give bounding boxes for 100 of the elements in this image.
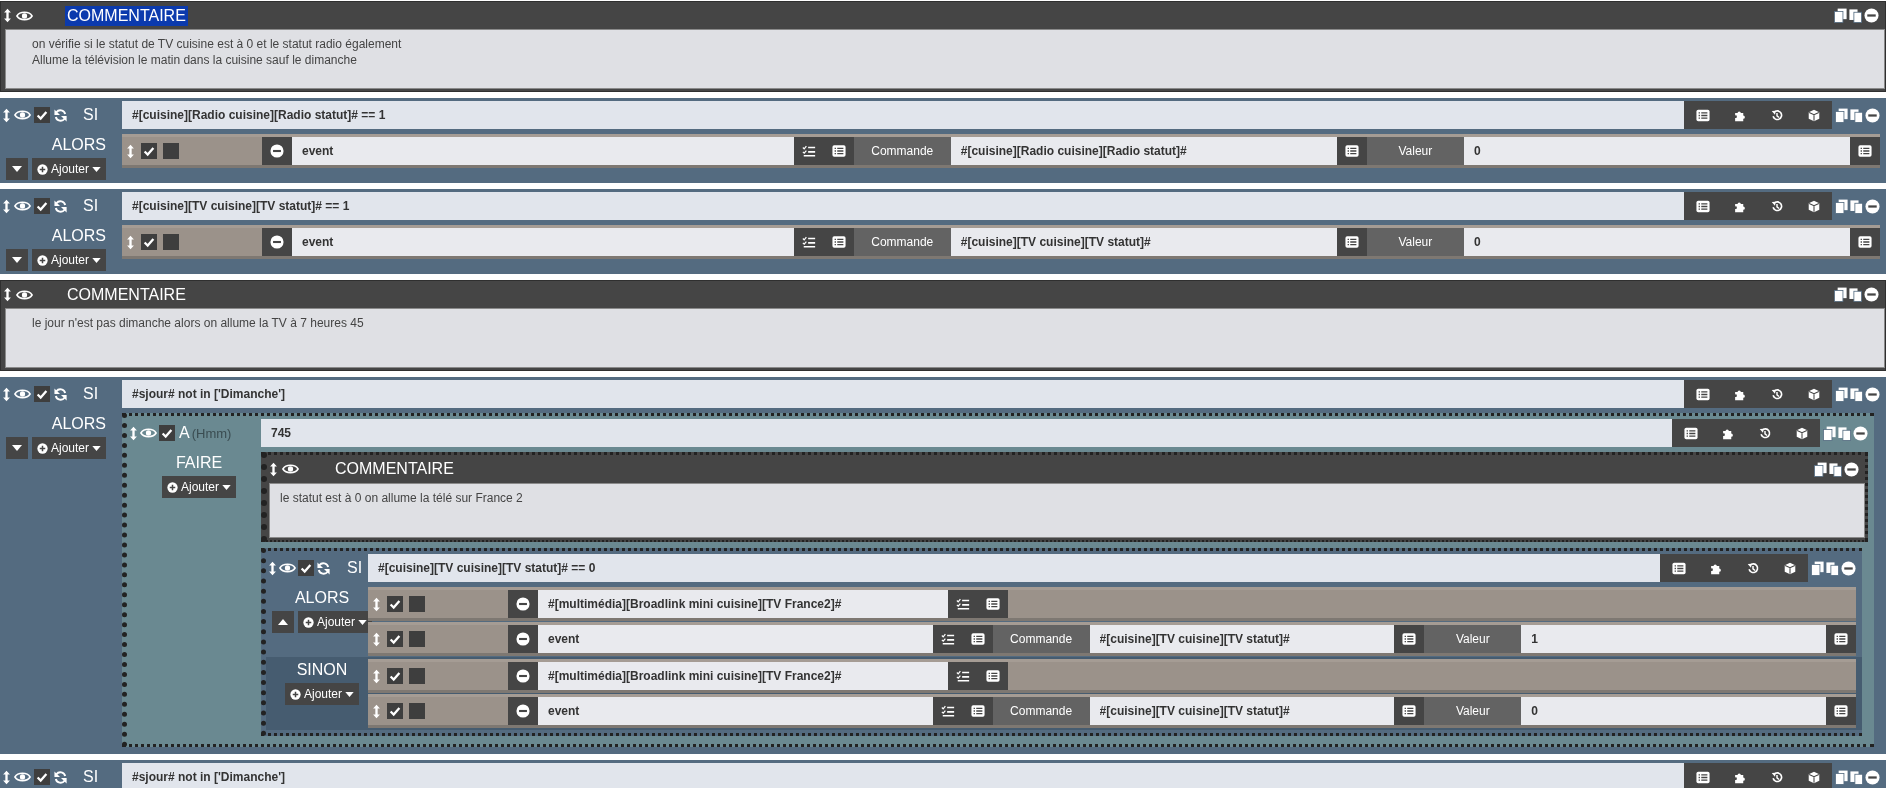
list-button[interactable]: [1394, 625, 1425, 653]
drag-handle-icon[interactable]: [2, 769, 11, 785]
remove-icon[interactable]: [1864, 8, 1879, 23]
time-field[interactable]: 745: [261, 419, 1672, 447]
command-field[interactable]: #[cuisine][TV cuisine][TV statut]#: [1089, 625, 1395, 653]
eye-icon[interactable]: [16, 9, 33, 22]
condition-field[interactable]: #[cuisine][Radio cuisine][Radio statut]# == 1: [122, 101, 1684, 129]
refresh-icon[interactable]: [53, 386, 68, 402]
command-field[interactable]: #[multimédia][Broadlink mini cuisine][TV France2]#: [538, 590, 949, 618]
toggle-button[interactable]: [272, 611, 294, 633]
parallel-checkbox[interactable]: [409, 596, 425, 612]
list-button[interactable]: [978, 590, 1009, 618]
refresh-icon[interactable]: [316, 560, 331, 576]
condition-field[interactable]: #[cuisine][TV cuisine][TV statut]# == 1: [122, 192, 1684, 220]
paste-icon[interactable]: [1849, 287, 1862, 302]
enable-checkbox[interactable]: [387, 596, 403, 612]
list-button[interactable]: [1826, 625, 1856, 653]
remove-icon[interactable]: [1864, 287, 1879, 302]
command-field[interactable]: #[cuisine][TV cuisine][TV statut]#: [950, 228, 1337, 256]
value-field[interactable]: 1: [1521, 625, 1826, 653]
eye-icon[interactable]: [14, 771, 31, 783]
enable-checkbox[interactable]: [387, 668, 403, 684]
enable-checkbox[interactable]: [141, 234, 157, 250]
checklist-button[interactable]: [932, 697, 963, 725]
remove-icon[interactable]: [1865, 107, 1880, 123]
list-button[interactable]: [1826, 697, 1856, 725]
remove-button[interactable]: [508, 662, 538, 690]
add-button[interactable]: Ajouter: [31, 437, 106, 459]
drag-handle-icon[interactable]: [372, 668, 381, 684]
parallel-checkbox[interactable]: [163, 234, 179, 250]
drag-handle-icon[interactable]: [3, 287, 12, 302]
list-button[interactable]: [823, 228, 854, 256]
command-field[interactable]: event: [538, 625, 933, 653]
remove-button[interactable]: [508, 625, 538, 653]
parallel-checkbox[interactable]: [409, 703, 425, 719]
add-button[interactable]: Ajouter: [162, 476, 236, 498]
copy-icon[interactable]: [1835, 107, 1848, 123]
refresh-icon[interactable]: [53, 107, 68, 123]
drag-handle-icon[interactable]: [126, 234, 135, 250]
command-field[interactable]: #[cuisine][Radio cuisine][Radio statut]#: [950, 137, 1337, 165]
eye-icon[interactable]: [14, 388, 31, 400]
add-button[interactable]: Ajouter: [31, 249, 106, 271]
remove-button[interactable]: [508, 697, 538, 725]
value-field[interactable]: 0: [1521, 697, 1826, 725]
toggle-button[interactable]: [5, 437, 28, 459]
enable-checkbox[interactable]: [34, 769, 50, 785]
list-button[interactable]: [1850, 228, 1880, 256]
comment-field[interactable]: le statut est à 0 on allume la télé sur France 2: [269, 483, 1865, 538]
enable-checkbox[interactable]: [34, 386, 50, 402]
drag-handle-icon[interactable]: [268, 560, 277, 576]
parallel-checkbox[interactable]: [163, 143, 179, 159]
enable-checkbox[interactable]: [387, 703, 403, 719]
copy-icon[interactable]: [1814, 461, 1827, 477]
eye-icon[interactable]: [282, 463, 299, 475]
copy-icon[interactable]: [1823, 425, 1836, 441]
value-field[interactable]: 0: [1463, 137, 1850, 165]
copy-icon[interactable]: [1835, 769, 1848, 785]
paste-icon[interactable]: [1850, 386, 1863, 402]
add-button[interactable]: Ajouter: [285, 683, 359, 705]
parallel-checkbox[interactable]: [409, 631, 425, 647]
remove-icon[interactable]: [1844, 461, 1859, 477]
drag-handle-icon[interactable]: [372, 631, 381, 647]
remove-icon[interactable]: [1865, 769, 1880, 785]
remove-button[interactable]: [262, 228, 292, 256]
drag-handle-icon[interactable]: [2, 386, 11, 402]
remove-icon[interactable]: [1865, 198, 1880, 214]
checklist-button[interactable]: [932, 625, 963, 653]
refresh-icon[interactable]: [53, 769, 68, 785]
paste-icon[interactable]: [1829, 461, 1842, 477]
refresh-icon[interactable]: [53, 198, 68, 214]
checklist-button[interactable]: [793, 137, 824, 165]
enable-checkbox[interactable]: [298, 560, 314, 576]
checklist-button[interactable]: [948, 662, 979, 690]
condition-field[interactable]: #[cuisine][TV cuisine][TV statut]# == 0: [368, 554, 1660, 582]
comment-field[interactable]: on vérifie si le statut de TV cuisine est à 0 et le statut radio également Allume la télévision le matin dans la cuisine sauf le dimanche: [5, 29, 1885, 89]
drag-handle-icon[interactable]: [2, 198, 11, 214]
eye-icon[interactable]: [16, 288, 33, 301]
remove-icon[interactable]: [1841, 560, 1856, 576]
enable-checkbox[interactable]: [387, 631, 403, 647]
paste-icon[interactable]: [1838, 425, 1851, 441]
list-button[interactable]: [1394, 697, 1425, 725]
list-button[interactable]: [1336, 137, 1367, 165]
list-button[interactable]: [962, 697, 993, 725]
command-field[interactable]: event: [292, 137, 794, 165]
command-field[interactable]: event: [292, 228, 794, 256]
copy-icon[interactable]: [1835, 386, 1848, 402]
add-button[interactable]: Ajouter: [298, 611, 372, 633]
checklist-button[interactable]: [793, 228, 824, 256]
remove-icon[interactable]: [1865, 386, 1880, 402]
drag-handle-icon[interactable]: [129, 425, 138, 441]
enable-checkbox[interactable]: [34, 198, 50, 214]
list-button[interactable]: [1336, 228, 1367, 256]
eye-icon[interactable]: [14, 109, 31, 121]
condition-field[interactable]: #sjour# not in ['Dimanche']: [122, 763, 1684, 788]
paste-icon[interactable]: [1849, 8, 1862, 23]
remove-button[interactable]: [262, 137, 292, 165]
enable-checkbox[interactable]: [141, 143, 157, 159]
parallel-checkbox[interactable]: [409, 668, 425, 684]
copy-icon[interactable]: [1834, 8, 1847, 23]
drag-handle-icon[interactable]: [372, 703, 381, 719]
